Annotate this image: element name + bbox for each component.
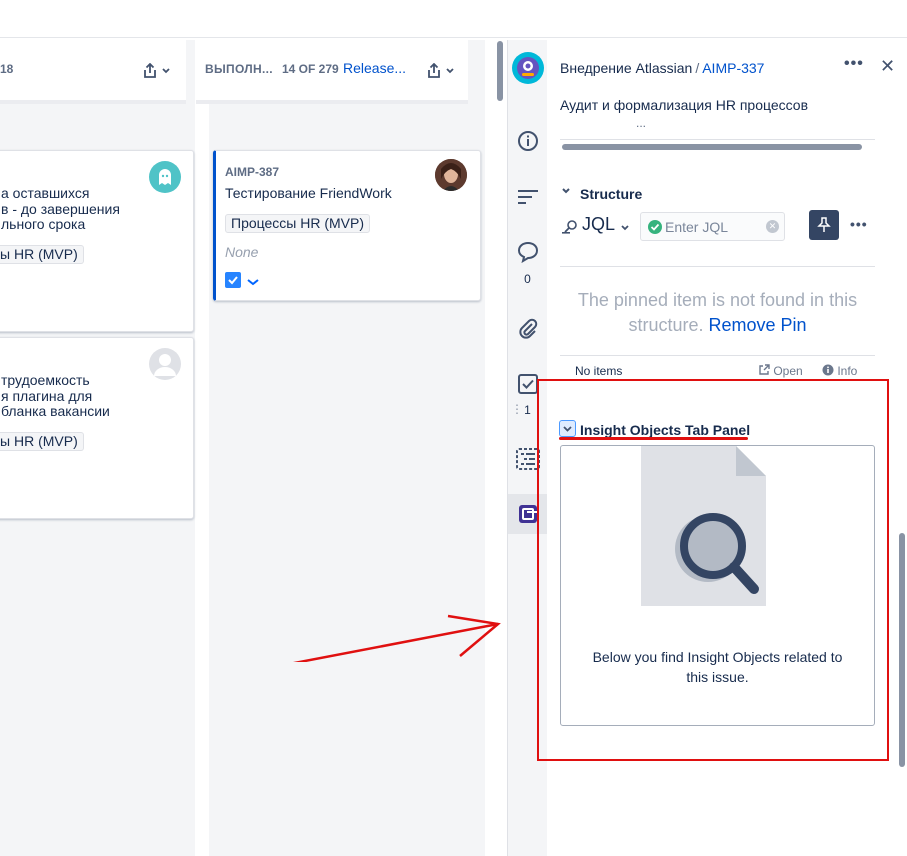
info-icon	[822, 364, 834, 376]
priority-low-icon	[247, 274, 259, 292]
structure-more-button[interactable]: •••	[850, 216, 868, 232]
app-logo[interactable]	[508, 48, 547, 88]
pinned-item-message: The pinned item is not found in this str…	[560, 288, 875, 338]
card-label: ы HR (MVP)	[0, 432, 84, 451]
avatar	[149, 161, 181, 193]
issue-title[interactable]: Аудит и формализация HR процессов	[560, 97, 808, 113]
divider	[560, 266, 875, 267]
card-issue-key[interactable]: AIMP-387	[225, 165, 279, 179]
text-lines-icon	[517, 190, 538, 204]
paperclip-icon	[518, 318, 537, 339]
valid-check-icon	[648, 220, 662, 234]
description-tab[interactable]	[508, 177, 547, 217]
chevron-down-icon[interactable]	[620, 219, 630, 237]
user-photo-icon	[435, 159, 467, 191]
comments-count: 0	[524, 272, 531, 286]
card-label: ы HR (MVP)	[0, 245, 84, 264]
insight-icon	[518, 505, 537, 523]
column-header-right: ВЫПОЛН... 14 OF 279 Release...	[196, 40, 468, 104]
screen: 18 ВЫПОЛН... 14 OF 279 Release... а оста…	[0, 0, 907, 856]
clear-icon[interactable]: ✕	[766, 220, 779, 233]
column-title: ВЫПОЛН...	[205, 62, 273, 76]
panel-scrollbar[interactable]	[899, 533, 905, 767]
jql-input[interactable]	[665, 217, 761, 237]
clipped-text: ...	[636, 116, 647, 130]
divider	[560, 355, 875, 356]
jql-input-container[interactable]: ✕	[640, 212, 785, 241]
card-summary-line: льного срока	[1, 216, 86, 232]
share-menu-button[interactable]	[427, 62, 457, 84]
close-panel-button[interactable]: ✕	[880, 56, 895, 77]
column-header-left: 18	[0, 40, 186, 104]
avatar	[435, 159, 467, 191]
checkbox-icon	[517, 374, 538, 394]
card-label: Процессы HR (MVP)	[225, 214, 371, 233]
remove-pin-link[interactable]: Remove Pin	[709, 315, 807, 335]
search-mode-icon[interactable]	[560, 218, 580, 234]
annotation-highlight-box	[537, 379, 889, 761]
breadcrumb-separator: /	[695, 60, 700, 76]
breadcrumb: Внедрение Atlassian / AIMP-337	[560, 60, 764, 76]
issue-card[interactable]: а оставшихся в - до завершения льного ср…	[0, 150, 194, 332]
pin-button[interactable]	[809, 210, 839, 240]
chevron-down-icon	[162, 68, 170, 74]
attachments-tab[interactable]	[508, 309, 547, 349]
comment-icon	[517, 241, 538, 263]
more-actions-button[interactable]: •••	[844, 55, 864, 73]
card-summary-line: трудоемкость	[1, 372, 90, 388]
board-scrollbar[interactable]	[497, 41, 503, 101]
annotation-arrow-icon	[293, 614, 501, 662]
horizontal-scrollbar[interactable]	[562, 144, 862, 150]
chevron-down-icon[interactable]	[560, 186, 574, 200]
issue-card[interactable]: AIMP-387 Тестирование FriendWork Процесс…	[213, 150, 481, 301]
drag-handle-icon[interactable]: ⋮	[511, 402, 523, 416]
comments-tab[interactable]	[508, 232, 547, 272]
app-logo-icon	[511, 52, 544, 84]
chevron-down-icon	[446, 68, 454, 74]
info-icon	[517, 131, 538, 151]
ghost-avatar-icon	[159, 169, 171, 185]
card-summary-line: а оставшихся	[1, 185, 90, 201]
share-icon	[428, 63, 440, 79]
card-empty-field: None	[225, 244, 259, 260]
info-link[interactable]: Info	[822, 364, 857, 378]
pin-icon	[817, 217, 831, 232]
column-count: 14 OF 279	[282, 62, 339, 76]
breadcrumb-project[interactable]: Внедрение Atlassian	[560, 60, 692, 76]
share-menu-button[interactable]	[143, 62, 173, 84]
open-link[interactable]: Open	[758, 364, 803, 378]
top-bar	[0, 0, 907, 38]
structure-section-title[interactable]: Structure	[580, 186, 642, 202]
card-summary: Тестирование FriendWork	[225, 185, 392, 201]
issue-card[interactable]: трудоемкость я плагина для бланка ваканс…	[0, 337, 194, 519]
task-type-icon	[225, 272, 241, 288]
list-structure-icon	[515, 448, 540, 470]
default-user-icon	[154, 354, 176, 376]
column-count: 18	[0, 62, 14, 76]
share-icon	[144, 63, 156, 79]
card-summary-line: бланка вакансии	[1, 403, 110, 419]
avatar	[149, 348, 181, 380]
open-label: Open	[773, 364, 803, 378]
details-tab[interactable]	[508, 121, 547, 161]
breadcrumb-issue-key[interactable]: AIMP-337	[702, 60, 764, 76]
release-link[interactable]: Release...	[343, 60, 406, 76]
jql-mode-label[interactable]: JQL	[582, 214, 615, 235]
divider	[560, 139, 875, 140]
info-label: Info	[837, 364, 858, 378]
no-items-text: No items	[575, 364, 623, 378]
external-link-icon	[759, 364, 770, 375]
